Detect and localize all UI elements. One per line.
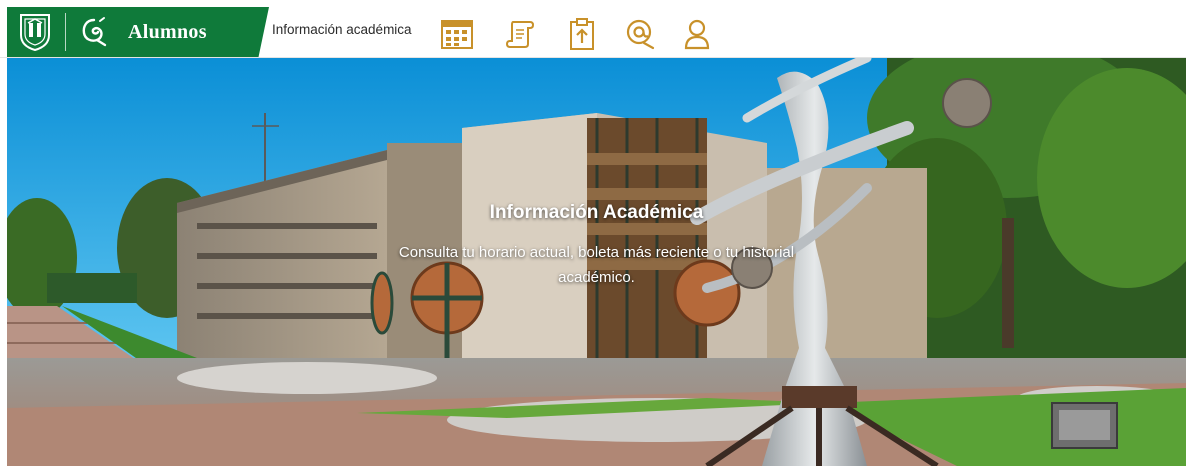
clipboard-icon[interactable] — [565, 16, 599, 52]
hero-subtitle: Consulta tu horario actual, boleta más r… — [398, 244, 795, 286]
user-icon[interactable] — [680, 16, 714, 52]
schedule-icon[interactable] — [440, 16, 474, 52]
current-section-label[interactable]: Información académica — [272, 22, 412, 37]
scroll-icon[interactable] — [503, 16, 537, 52]
university-crest-icon — [15, 12, 55, 52]
email-icon[interactable] — [623, 16, 657, 52]
brand-bar[interactable]: Alumnos — [7, 7, 269, 57]
hero-text-block: Información Académica Consulta tu horari… — [7, 58, 1186, 466]
brand-title: Alumnos — [128, 20, 207, 43]
top-navbar: Alumnos Información académica — [0, 0, 1186, 58]
hero-title: Información Académica — [489, 202, 704, 223]
cimarron-logo-icon — [76, 14, 112, 50]
hero-banner: Información Académica Consulta tu horari… — [7, 58, 1186, 466]
brand-divider — [65, 13, 66, 51]
